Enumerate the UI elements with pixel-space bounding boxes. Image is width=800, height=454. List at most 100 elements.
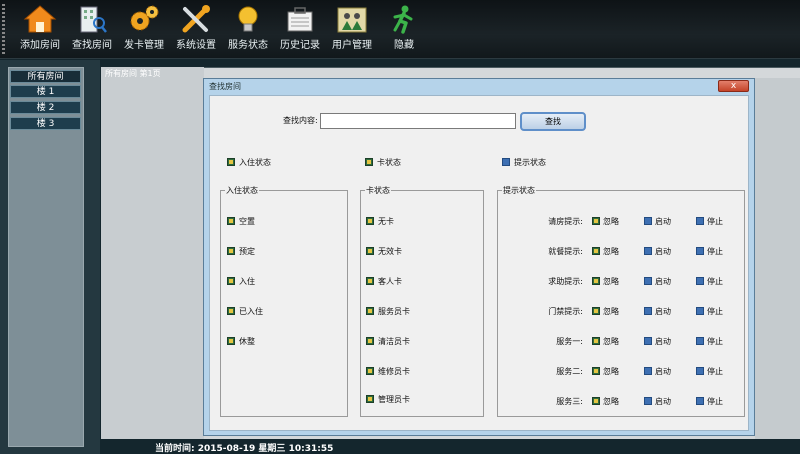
vacant-checkbox[interactable]	[227, 217, 235, 225]
tip-row-label: 服务二:	[556, 367, 583, 376]
tip-stop-checkbox[interactable]	[696, 337, 704, 345]
dialog-close-button[interactable]: x	[718, 80, 749, 92]
admin-card-checkbox[interactable]	[366, 395, 374, 403]
tip-state-label: 提示状态	[514, 158, 546, 167]
hide-button[interactable]: 隐藏	[377, 2, 431, 56]
search-button[interactable]: 查找	[520, 112, 586, 131]
tip-stop-checkbox[interactable]	[696, 247, 704, 255]
tip-start-label: 启动	[655, 217, 671, 226]
tip-start-checkbox[interactable]	[644, 277, 652, 285]
tip-row-label: 服务三:	[556, 397, 583, 406]
tip-stop-checkbox[interactable]	[696, 307, 704, 315]
tip-start-label: 启动	[655, 247, 671, 256]
tip-stop-label: 停止	[707, 247, 723, 256]
invalid-card-checkbox[interactable]	[366, 247, 374, 255]
tip-start-label: 启动	[655, 277, 671, 286]
tip-start-label: 启动	[655, 367, 671, 376]
search-input[interactable]	[320, 113, 516, 129]
tip-start-checkbox[interactable]	[644, 307, 652, 315]
building-search-icon	[80, 6, 107, 33]
page-title: 所有房间 第1页	[105, 69, 161, 78]
checkin-state-checkbox[interactable]	[227, 158, 235, 166]
guest-card-checkbox[interactable]	[366, 277, 374, 285]
tip-stop-label: 停止	[707, 277, 723, 286]
sidebar-item-building-3[interactable]: 楼 3	[10, 117, 81, 130]
repair-card-checkbox[interactable]	[366, 367, 374, 375]
tip-ignore-checkbox[interactable]	[592, 307, 600, 315]
house-icon	[23, 5, 57, 33]
sidebar-item-building-1[interactable]: 楼 1	[10, 85, 81, 98]
user-management-label: 用户管理	[332, 40, 372, 51]
card-management-button[interactable]: 发卡管理	[117, 2, 171, 56]
tip-stop-checkbox[interactable]	[696, 277, 704, 285]
tip-ignore-label: 忽略	[603, 337, 619, 346]
system-settings-label: 系统设置	[176, 40, 216, 51]
card-management-label: 发卡管理	[124, 40, 164, 51]
find-room-dialog: 查找房间 x 查找内容: 查找 入住状态 卡状态 提示状态 入住状态 空置 预定…	[203, 78, 755, 436]
no-card-label: 无卡	[378, 217, 394, 226]
tip-ignore-label: 忽略	[603, 217, 619, 226]
tip-stop-label: 停止	[707, 367, 723, 376]
card-state-label: 卡状态	[377, 158, 401, 167]
lightbulb-icon	[238, 6, 258, 32]
resting-label: 休整	[239, 337, 255, 346]
tip-stop-label: 停止	[707, 397, 723, 406]
tools-icon	[182, 5, 210, 33]
tip-ignore-checkbox[interactable]	[592, 337, 600, 345]
tip-start-checkbox[interactable]	[644, 337, 652, 345]
tip-start-label: 启动	[655, 397, 671, 406]
tip-ignore-label: 忽略	[603, 367, 619, 376]
sidebar: 所有房间 楼 1 楼 2 楼 3	[8, 67, 84, 447]
gears-icon	[130, 5, 159, 31]
briefcase-icon	[287, 7, 313, 32]
tip-stop-checkbox[interactable]	[696, 397, 704, 405]
tip-start-checkbox[interactable]	[644, 367, 652, 375]
tip-ignore-checkbox[interactable]	[592, 247, 600, 255]
staff-card-checkbox[interactable]	[366, 307, 374, 315]
service-status-button[interactable]: 服务状态	[221, 2, 275, 56]
user-management-button[interactable]: 用户管理	[325, 2, 379, 56]
system-settings-button[interactable]: 系统设置	[169, 2, 223, 56]
history-label: 历史记录	[280, 40, 320, 51]
resting-checkbox[interactable]	[227, 337, 235, 345]
toolbar-grip[interactable]	[2, 4, 5, 54]
tip-start-checkbox[interactable]	[644, 217, 652, 225]
no-card-checkbox[interactable]	[366, 217, 374, 225]
checkin-checkbox[interactable]	[227, 277, 235, 285]
tip-start-label: 启动	[655, 307, 671, 316]
reserved-checkbox[interactable]	[227, 247, 235, 255]
invalid-card-label: 无效卡	[378, 247, 402, 256]
tip-ignore-checkbox[interactable]	[592, 367, 600, 375]
add-room-button[interactable]: 添加房间	[13, 2, 67, 56]
checkin-label: 入住	[239, 277, 255, 286]
tip-state-checkbox[interactable]	[502, 158, 510, 166]
card-state-checkbox[interactable]	[365, 158, 373, 166]
tip-row-label: 门禁提示:	[548, 307, 583, 316]
checkin-state-group: 入住状态 空置 预定 入住 已入住 休整	[220, 185, 348, 417]
tip-stop-label: 停止	[707, 217, 723, 226]
tip-start-checkbox[interactable]	[644, 247, 652, 255]
card-group-title: 卡状态	[365, 185, 391, 196]
tip-ignore-checkbox[interactable]	[592, 277, 600, 285]
dialog-title: 查找房间	[209, 82, 241, 91]
cleaner-card-checkbox[interactable]	[366, 337, 374, 345]
find-room-button[interactable]: 查找房间	[65, 2, 119, 56]
tip-stop-checkbox[interactable]	[696, 367, 704, 375]
running-man-icon	[393, 5, 413, 34]
tip-row-label: 求助提示:	[548, 277, 583, 286]
tip-ignore-label: 忽略	[603, 247, 619, 256]
checkin-state-label: 入住状态	[239, 158, 271, 167]
tip-start-label: 启动	[655, 337, 671, 346]
tip-start-checkbox[interactable]	[644, 397, 652, 405]
sidebar-item-building-2[interactable]: 楼 2	[10, 101, 81, 114]
checked-in-checkbox[interactable]	[227, 307, 235, 315]
sidebar-item-all-rooms[interactable]: 所有房间	[10, 70, 81, 83]
tip-ignore-label: 忽略	[603, 307, 619, 316]
tip-ignore-checkbox[interactable]	[592, 397, 600, 405]
tip-stop-checkbox[interactable]	[696, 217, 704, 225]
tip-ignore-checkbox[interactable]	[592, 217, 600, 225]
tip-row-label: 服务一:	[556, 337, 583, 346]
history-button[interactable]: 历史记录	[273, 2, 327, 56]
tip-stop-label: 停止	[707, 337, 723, 346]
add-room-label: 添加房间	[20, 40, 60, 51]
